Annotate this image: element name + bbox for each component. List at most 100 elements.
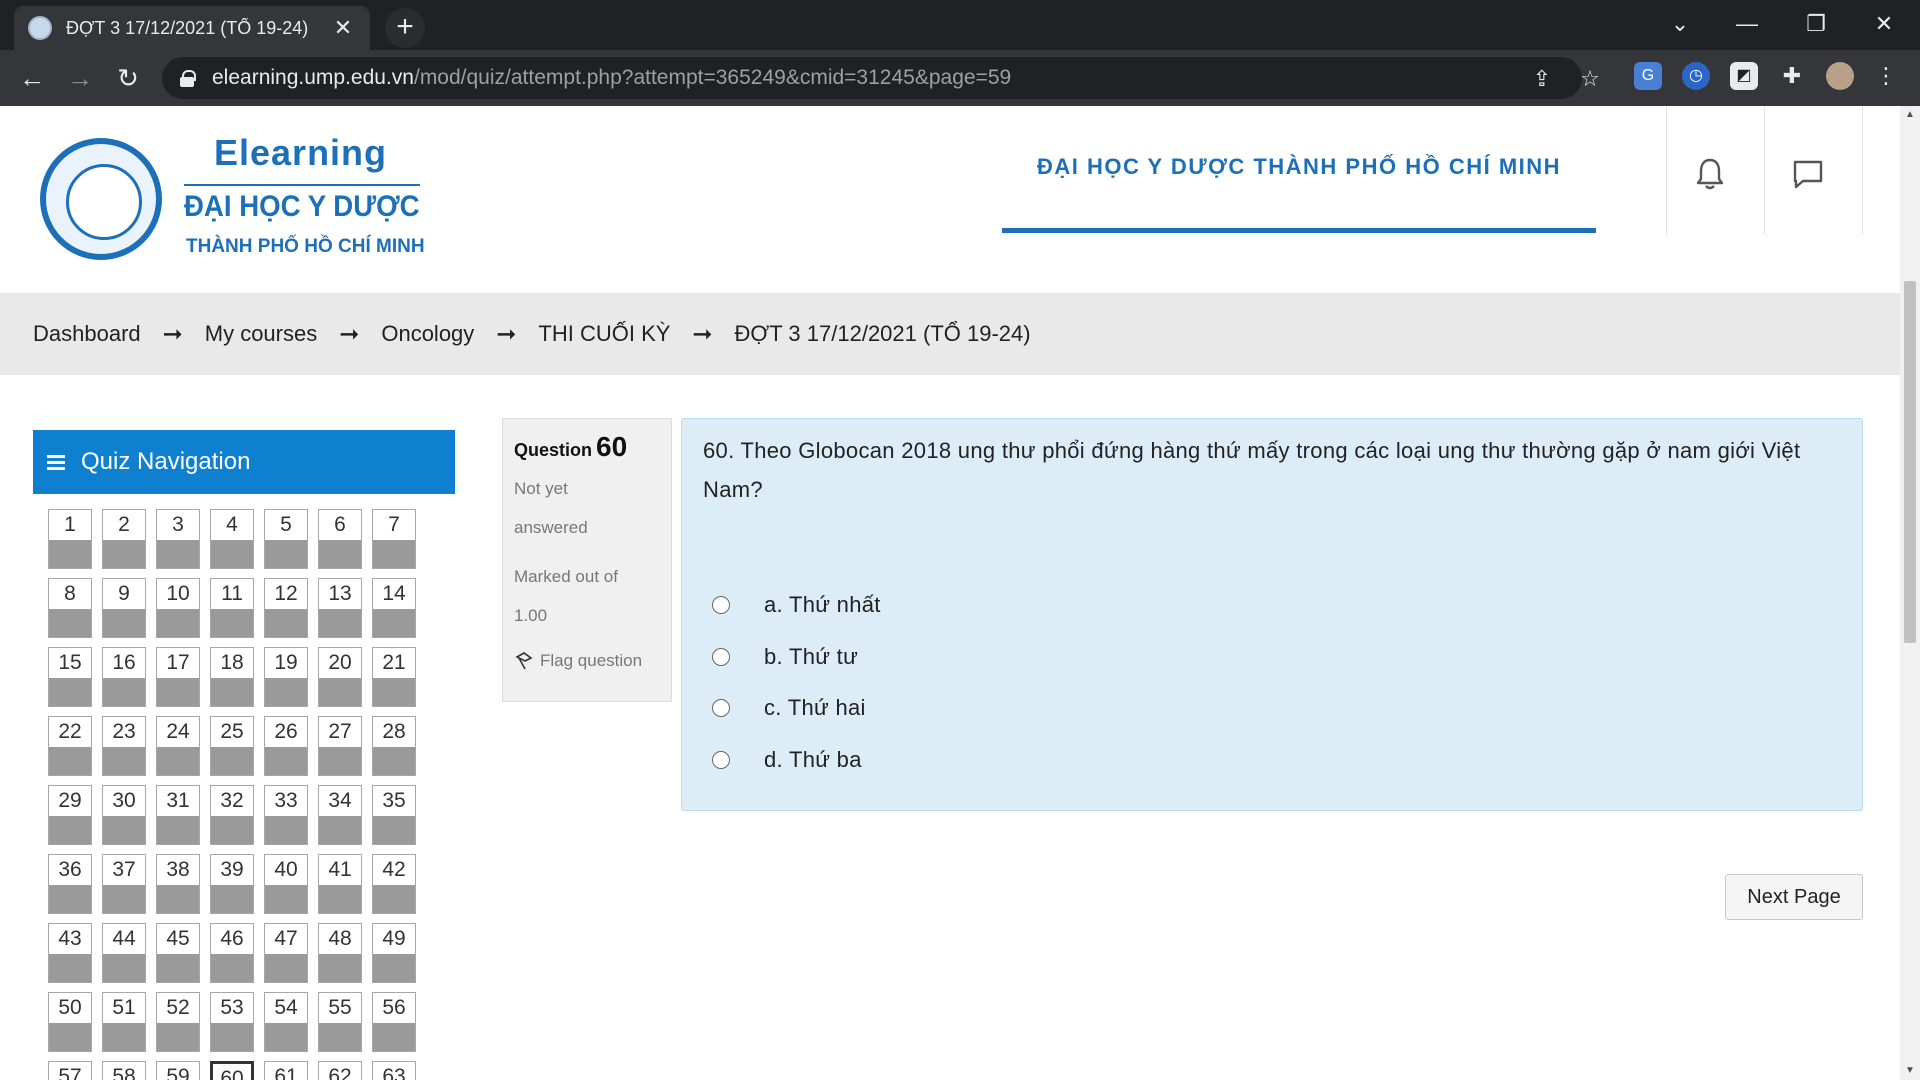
profile-avatar[interactable]	[1826, 62, 1854, 90]
next-page-button[interactable]: Next Page	[1725, 874, 1863, 920]
quiz-nav-button[interactable]: 31	[156, 785, 200, 845]
quiz-nav-button[interactable]: 55	[318, 992, 362, 1052]
tab-search-icon[interactable]: ⌄	[1650, 6, 1710, 42]
quiz-nav-button[interactable]: 30	[102, 785, 146, 845]
answer-radio[interactable]	[712, 699, 730, 717]
breadcrumb-dashboard[interactable]: Dashboard	[33, 321, 141, 347]
quiz-nav-button[interactable]: 13	[318, 578, 362, 638]
quiz-nav-button[interactable]: 28	[372, 716, 416, 776]
scrollbar-thumb[interactable]	[1904, 281, 1916, 643]
scroll-up-icon[interactable]: ▲	[1900, 106, 1920, 124]
reload-button[interactable]: ↻	[108, 58, 148, 98]
quiz-nav-button[interactable]: 10	[156, 578, 200, 638]
quiz-nav-button[interactable]: 18	[210, 647, 254, 707]
quiz-nav-button[interactable]: 23	[102, 716, 146, 776]
quiz-nav-button[interactable]: 59	[156, 1061, 200, 1080]
answer-option-d[interactable]: d. Thứ ba	[712, 747, 862, 773]
quiz-nav-button[interactable]: 11	[210, 578, 254, 638]
minimize-button[interactable]: —	[1717, 6, 1777, 42]
quiz-nav-button[interactable]: 14	[372, 578, 416, 638]
quiz-nav-button[interactable]: 6	[318, 509, 362, 569]
clock-extension-icon[interactable]: ◷	[1682, 62, 1710, 90]
quiz-nav-button[interactable]: 58	[102, 1061, 146, 1080]
menu-icon[interactable]	[47, 455, 65, 470]
quiz-nav-button[interactable]: 54	[264, 992, 308, 1052]
extension-icon[interactable]: ◩	[1730, 62, 1758, 90]
quiz-nav-button[interactable]: 63	[372, 1061, 416, 1080]
quiz-nav-button[interactable]: 7	[372, 509, 416, 569]
scroll-down-icon[interactable]: ▼	[1900, 1062, 1920, 1080]
quiz-nav-button[interactable]: 26	[264, 716, 308, 776]
quiz-nav-button[interactable]: 5	[264, 509, 308, 569]
quiz-nav-button[interactable]: 12	[264, 578, 308, 638]
address-bar[interactable]: elearning.ump.edu.vn/mod/quiz/attempt.ph…	[162, 57, 1600, 99]
answer-option-c[interactable]: c. Thứ hai	[712, 695, 866, 721]
new-tab-button[interactable]: +	[385, 8, 425, 48]
breadcrumb-my-courses[interactable]: My courses	[205, 321, 317, 347]
quiz-nav-button[interactable]: 24	[156, 716, 200, 776]
university-seal-logo[interactable]	[40, 138, 162, 260]
quiz-nav-button[interactable]: 38	[156, 854, 200, 914]
quiz-nav-button[interactable]: 2	[102, 509, 146, 569]
quiz-nav-button[interactable]: 34	[318, 785, 362, 845]
restore-button[interactable]: ❐	[1786, 6, 1846, 42]
answer-option-a[interactable]: a. Thứ nhất	[712, 592, 881, 618]
quiz-nav-button[interactable]: 57	[48, 1061, 92, 1080]
quiz-nav-button[interactable]: 1	[48, 509, 92, 569]
quiz-nav-button[interactable]: 8	[48, 578, 92, 638]
quiz-nav-button[interactable]: 47	[264, 923, 308, 983]
quiz-nav-button[interactable]: 3	[156, 509, 200, 569]
quiz-nav-button[interactable]: 49	[372, 923, 416, 983]
close-tab-icon[interactable]: ✕	[330, 15, 356, 41]
quiz-nav-button[interactable]: 9	[102, 578, 146, 638]
browser-tab[interactable]: ĐỢT 3 17/12/2021 (TỔ 19-24) ✕	[14, 6, 370, 50]
answer-option-b[interactable]: b. Thứ tư	[712, 644, 858, 670]
quiz-nav-button[interactable]: 32	[210, 785, 254, 845]
quiz-nav-button[interactable]: 53	[210, 992, 254, 1052]
quiz-nav-button[interactable]: 42	[372, 854, 416, 914]
quiz-nav-button[interactable]: 48	[318, 923, 362, 983]
quiz-nav-button[interactable]: 56	[372, 992, 416, 1052]
quiz-nav-button[interactable]: 15	[48, 647, 92, 707]
answer-radio[interactable]	[712, 596, 730, 614]
answer-radio[interactable]	[712, 648, 730, 666]
quiz-nav-button[interactable]: 36	[48, 854, 92, 914]
quiz-nav-button[interactable]: 39	[210, 854, 254, 914]
notification-bell-icon[interactable]	[1690, 154, 1730, 194]
quiz-nav-button[interactable]: 40	[264, 854, 308, 914]
page-scrollbar[interactable]: ▲ ▼	[1900, 106, 1920, 1080]
puzzle-extensions-icon[interactable]: ✚	[1778, 62, 1806, 90]
quiz-nav-button[interactable]: 51	[102, 992, 146, 1052]
back-button[interactable]: ←	[12, 58, 52, 98]
quiz-nav-button[interactable]: 43	[48, 923, 92, 983]
breadcrumb-section[interactable]: THI CUỐI KỲ	[538, 321, 670, 347]
answer-radio[interactable]	[712, 751, 730, 769]
translate-extension-icon[interactable]: G	[1634, 62, 1662, 90]
messages-icon[interactable]	[1788, 154, 1828, 194]
forward-button[interactable]: →	[60, 58, 100, 98]
site-name-link[interactable]: ĐẠI HỌC Y DƯỢC THÀNH PHỐ HỒ CHÍ MINH	[1002, 154, 1596, 180]
bookmark-star-icon[interactable]: ☆	[1578, 67, 1602, 91]
quiz-nav-button[interactable]: 44	[102, 923, 146, 983]
flag-question-button[interactable]: Flag question	[514, 651, 660, 671]
menu-kebab-icon[interactable]: ⋮	[1872, 62, 1900, 90]
quiz-nav-button[interactable]: 16	[102, 647, 146, 707]
breadcrumb-course[interactable]: Oncology	[381, 321, 474, 347]
quiz-nav-button[interactable]: 22	[48, 716, 92, 776]
quiz-nav-button[interactable]: 60	[210, 1061, 254, 1080]
quiz-nav-button[interactable]: 17	[156, 647, 200, 707]
quiz-nav-button[interactable]: 62	[318, 1061, 362, 1080]
quiz-nav-button[interactable]: 29	[48, 785, 92, 845]
quiz-nav-button[interactable]: 61	[264, 1061, 308, 1080]
quiz-nav-button[interactable]: 4	[210, 509, 254, 569]
quiz-nav-button[interactable]: 41	[318, 854, 362, 914]
quiz-nav-button[interactable]: 21	[372, 647, 416, 707]
quiz-nav-button[interactable]: 27	[318, 716, 362, 776]
quiz-nav-button[interactable]: 19	[264, 647, 308, 707]
quiz-nav-button[interactable]: 45	[156, 923, 200, 983]
quiz-nav-button[interactable]: 37	[102, 854, 146, 914]
close-window-button[interactable]: ✕	[1854, 6, 1914, 42]
quiz-nav-button[interactable]: 33	[264, 785, 308, 845]
breadcrumb-quiz[interactable]: ĐỢT 3 17/12/2021 (TỔ 19-24)	[735, 321, 1031, 347]
quiz-nav-button[interactable]: 50	[48, 992, 92, 1052]
